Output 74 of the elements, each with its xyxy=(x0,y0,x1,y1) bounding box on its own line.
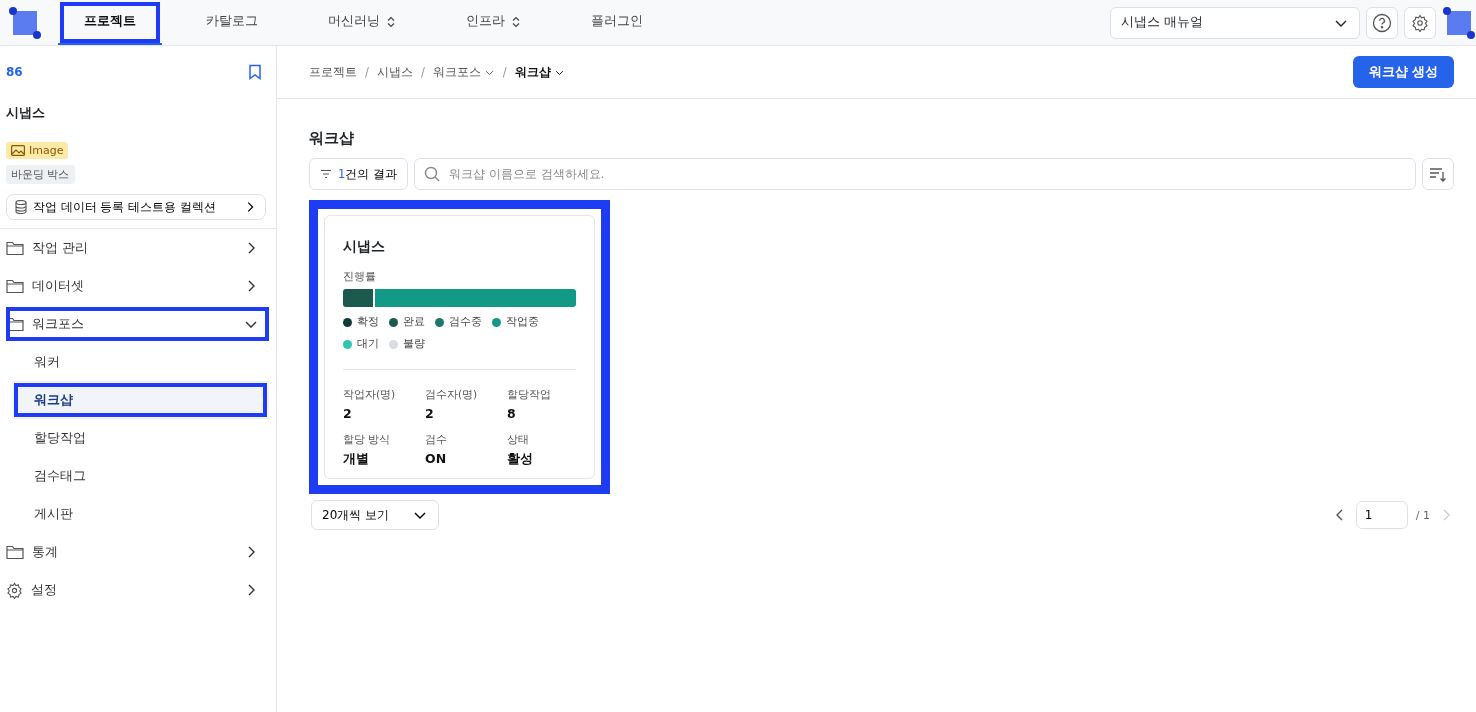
stat-label: 상태 xyxy=(507,433,530,447)
folder-icon xyxy=(6,544,24,560)
page-total: / 1 xyxy=(1415,508,1430,522)
stat-value: 활성 xyxy=(507,451,534,468)
stat-value: 2 xyxy=(343,406,353,421)
folder-icon xyxy=(6,240,24,256)
filter-button[interactable]: 1건의 결과 xyxy=(309,158,408,190)
stat-label: 검수자(명) xyxy=(425,388,479,402)
nav-tab[interactable]: 인프라 xyxy=(440,0,547,45)
progress-label: 진행률 xyxy=(343,270,377,284)
sort-button[interactable] xyxy=(1422,158,1454,190)
stat-value: 8 xyxy=(507,406,517,421)
legend-label: 검수중 xyxy=(449,315,482,329)
collection-button[interactable]: 작업 데이터 등록 테스트용 컬렉션 xyxy=(6,194,266,220)
manual-select[interactable]: 시냅스 매뉴얼 xyxy=(1110,6,1360,39)
sort-icon xyxy=(1429,166,1447,182)
help-icon xyxy=(1372,12,1392,33)
nav-tab[interactable]: 카탈로그 xyxy=(180,0,284,45)
database-icon xyxy=(15,200,27,214)
help-button[interactable] xyxy=(1366,6,1398,39)
stat-label: 할당작업 xyxy=(507,388,552,402)
bookmark-icon[interactable] xyxy=(248,64,262,80)
filter-icon xyxy=(320,169,332,179)
breadcrumb-link[interactable]: 워크포스 xyxy=(432,64,495,80)
sort-caret-icon xyxy=(511,15,521,28)
settings-button[interactable] xyxy=(1404,6,1436,39)
nav-tab[interactable]: 플러그인 xyxy=(565,0,669,45)
breadcrumb-separator: / xyxy=(365,65,369,79)
settings-icon xyxy=(1411,13,1429,32)
stat-value: 2 xyxy=(425,406,435,421)
workshop-card[interactable]: 시냅스 진행률 확정 완료 검수중 작업중 대기 불량 작업자(명) 2 검수자(명) 2 할당작업 8 할당 방식 개별 검수 ON 상태 활성 xyxy=(324,215,595,479)
page-size-select[interactable]: 20개씩 보기 xyxy=(311,500,439,530)
legend-label: 작업중 xyxy=(506,315,539,329)
profile-avatar-icon[interactable] xyxy=(1442,5,1476,40)
breadcrumb-link[interactable]: 시냅스 xyxy=(376,64,413,80)
sidebar-item[interactable]: 워크포스 xyxy=(4,305,271,343)
breadcrumb-link[interactable]: 워크샵 xyxy=(514,64,565,80)
breadcrumb-link[interactable]: 프로젝트 xyxy=(309,64,357,80)
sidebar-item[interactable]: 설정 xyxy=(4,571,271,609)
settings-icon xyxy=(6,581,23,599)
legend-label: 불량 xyxy=(403,337,425,351)
folder-icon xyxy=(6,278,24,294)
stat-label: 검수 xyxy=(425,433,448,447)
image-icon xyxy=(11,145,25,156)
stat-value: 개별 xyxy=(343,451,370,468)
legend-label: 대기 xyxy=(357,337,379,351)
stat-label: 작업자(명) xyxy=(343,388,397,402)
sidebar-subitem[interactable]: 검수태그 xyxy=(12,457,269,495)
sidebar-subitem[interactable]: 워커 xyxy=(12,343,269,381)
project-tag: Image xyxy=(6,142,69,159)
search-field[interactable]: 워크샵 이름으로 검색하세요. xyxy=(414,158,1416,190)
stat-value: ON xyxy=(425,451,448,466)
page-title: 워크샵 xyxy=(309,129,355,148)
legend-label: 확정 xyxy=(357,315,379,329)
project-id: 86 xyxy=(6,65,23,79)
card-title: 시냅스 xyxy=(343,238,386,256)
sidebar-subitem[interactable]: 할당작업 xyxy=(12,419,269,457)
nav-tab[interactable]: 머신러닝 xyxy=(302,0,422,45)
sidebar-subitem[interactable]: 워크샵 xyxy=(12,381,269,419)
project-name: 시냅스 xyxy=(6,104,46,122)
logo-icon[interactable] xyxy=(8,5,42,40)
project-tag: 바운딩 박스 xyxy=(6,165,75,184)
breadcrumb-separator: / xyxy=(420,65,425,79)
sort-caret-icon xyxy=(386,15,396,28)
nav-tab[interactable]: 프로젝트 xyxy=(58,0,162,45)
sidebar-item[interactable]: 작업 관리 xyxy=(4,229,271,267)
sidebar-item[interactable]: 통계 xyxy=(4,533,271,571)
sidebar-item[interactable]: 데이터셋 xyxy=(4,267,271,305)
legend-label: 완료 xyxy=(403,315,425,329)
page-input[interactable]: 1 xyxy=(1355,501,1408,529)
breadcrumb-separator: / xyxy=(502,65,507,79)
sidebar-subitem[interactable]: 게시판 xyxy=(12,495,269,533)
create-workshop-button[interactable]: 워크샵 생성 xyxy=(1352,56,1454,88)
stat-label: 할당 방식 xyxy=(343,433,392,447)
